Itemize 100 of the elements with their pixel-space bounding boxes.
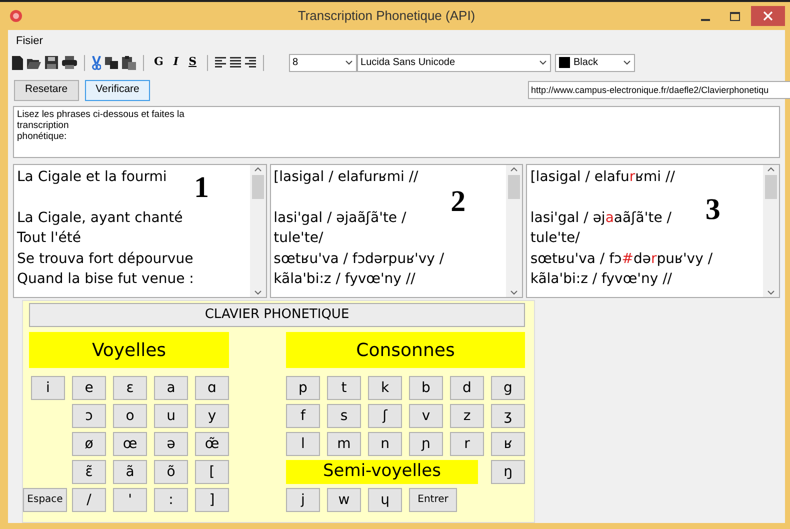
key[interactable]: t: [327, 376, 361, 400]
key[interactable]: ɔ: [72, 404, 106, 428]
key[interactable]: ɥ: [368, 488, 402, 512]
key[interactable]: f: [286, 404, 320, 428]
text-panel[interactable]: [lasigal / elafurʁmi // lasi'gal / əjaãʃã'te / tule'te/ sœtʁu'va / fɔdərpuʁ'vy / kãla'bi:z / fyvœ'ny // 2: [270, 164, 524, 298]
align-center-icon[interactable]: [230, 56, 241, 68]
scroll-thumb[interactable]: [765, 174, 778, 198]
key[interactable]: e: [72, 376, 106, 400]
section-header: Semi-voyelles: [286, 460, 478, 484]
key[interactable]: ʃ: [368, 404, 402, 428]
scissors-icon[interactable]: [92, 56, 101, 70]
text-line: sœtʁu'va / fɔ#dərpuʁ'vy /: [530, 250, 713, 268]
scrollbar[interactable]: [506, 164, 522, 296]
keyboard-title-button[interactable]: CLAVIER PHONETIQUE: [29, 303, 525, 327]
key[interactable]: õ: [154, 460, 188, 484]
enter-key[interactable]: Entrer: [409, 488, 457, 512]
key[interactable]: ə: [154, 432, 188, 456]
text-line: lasi'gal / əjaãʃã'te /: [274, 208, 406, 228]
key[interactable]: œ: [113, 432, 147, 456]
key[interactable]: b: [409, 376, 443, 400]
key[interactable]: ɑ: [195, 376, 229, 400]
text-line: kãla'bi:z / fyvœ'ny //: [530, 270, 672, 289]
scrollbar[interactable]: [250, 164, 266, 296]
color-select[interactable]: Black: [554, 54, 635, 72]
section-header: Voyelles: [29, 332, 229, 368]
align-left-icon[interactable]: [214, 56, 226, 68]
scroll-thumb[interactable]: [252, 174, 264, 198]
print-icon[interactable]: [62, 56, 77, 69]
instructions-field[interactable]: Lisez les phrases ci-dessous et faites la transcription phonétique:: [13, 106, 780, 158]
text-line: Quand la bise fut venue :: [17, 270, 194, 289]
copy-icon[interactable]: [105, 56, 118, 68]
key[interactable]: l: [286, 432, 320, 456]
key[interactable]: n: [368, 432, 402, 456]
key[interactable]: j: [286, 488, 320, 512]
key[interactable]: r: [450, 432, 484, 456]
text-line: sœtʁu'va / fɔdərpuʁ'vy /: [274, 250, 444, 268]
key[interactable]: g: [491, 376, 525, 400]
number-marker: 1: [194, 172, 209, 202]
url-field[interactable]: http://www.campus-electronique.fr/daefle2/Clavierphonetiqu: [528, 81, 790, 99]
key[interactable]: z: [450, 404, 484, 428]
key[interactable]: ': [113, 488, 147, 512]
key[interactable]: ]: [195, 488, 229, 512]
font-select[interactable]: Lucida Sans Unicode: [356, 54, 551, 72]
bold-button[interactable]: G: [151, 54, 166, 71]
text-line: tule'te/: [530, 229, 580, 248]
key[interactable]: m: [327, 432, 361, 456]
text-line: tule'te/: [274, 229, 324, 248]
key[interactable]: s: [327, 404, 361, 428]
window-title: Transcription Phonetique (API): [296, 7, 476, 26]
text-line: kãla'bi:z / fyvœ'ny //: [274, 270, 416, 289]
align-right-icon[interactable]: [244, 56, 256, 68]
key[interactable]: ɛ̃: [72, 460, 106, 484]
underline-button[interactable]: S: [186, 54, 200, 71]
key[interactable]: ø: [72, 432, 106, 456]
key[interactable]: ʁ: [491, 432, 525, 456]
text-line: Tout l'été: [17, 229, 82, 248]
key[interactable]: ɲ: [409, 432, 443, 456]
key[interactable]: œ̃: [195, 432, 229, 456]
key[interactable]: :: [154, 488, 188, 512]
new-file-icon[interactable]: [12, 56, 23, 70]
key[interactable]: ʒ: [491, 404, 525, 428]
key[interactable]: w: [327, 488, 361, 512]
key[interactable]: y: [195, 404, 229, 428]
open-folder-icon[interactable]: [27, 56, 41, 68]
save-icon[interactable]: [45, 56, 58, 69]
key[interactable]: p: [286, 376, 320, 400]
scroll-thumb[interactable]: [508, 174, 520, 198]
key[interactable]: a: [154, 376, 188, 400]
key[interactable]: k: [368, 376, 402, 400]
maximize-icon: [730, 12, 740, 20]
number-marker: 3: [705, 194, 720, 224]
font-size-select[interactable]: 8: [288, 54, 357, 72]
menu-item[interactable]: Fisier: [16, 35, 43, 47]
key[interactable]: i: [31, 376, 65, 400]
verify-button[interactable]: Verificare: [84, 80, 150, 100]
paste-icon[interactable]: [122, 56, 136, 70]
italic-button[interactable]: I: [170, 54, 182, 71]
text-panel[interactable]: La Cigale et la fourmi La Cigale, ayant chanté Tout l'été Se trouva fort dépourvue Quand la bise fut venue : 1: [13, 164, 267, 298]
key[interactable]: v: [409, 404, 443, 428]
number-marker: 2: [450, 186, 466, 216]
caret-icon: [344, 59, 353, 66]
scrollbar[interactable]: [763, 164, 780, 296]
key[interactable]: d: [450, 376, 484, 400]
key[interactable]: ŋ: [491, 460, 525, 484]
key[interactable]: u: [154, 404, 188, 428]
text-line: La Cigale et la fourmi: [17, 168, 167, 186]
caret-icon: [622, 59, 631, 66]
text-line: La Cigale, ayant chanté: [17, 208, 183, 228]
key[interactable]: o: [113, 404, 147, 428]
text-line: Se trouva fort dépourvue: [17, 250, 194, 268]
key[interactable]: ã: [113, 460, 147, 484]
key[interactable]: Espace: [23, 488, 67, 512]
key[interactable]: /: [72, 488, 106, 512]
text-panel[interactable]: [lasigal / elafurʁmi // lasi'gal / əjaaãʃã'te / tule'te/ sœtʁu'va / fɔ#dərpuʁ'vy / kãla'bi:z / fyvœ'ny // 3: [526, 164, 780, 298]
close-button[interactable]: [751, 6, 785, 26]
app-icon: [10, 10, 22, 22]
key[interactable]: [: [195, 460, 229, 484]
key[interactable]: ɛ: [113, 376, 147, 400]
text-line: [lasigal / elafurʁmi //: [274, 168, 418, 186]
reset-button[interactable]: Resetare: [14, 80, 79, 100]
